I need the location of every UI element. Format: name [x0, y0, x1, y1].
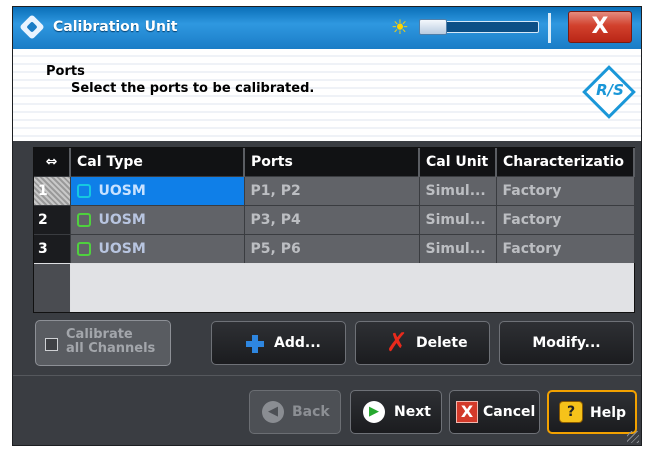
calibrate-all-label-line2: all Channels — [66, 341, 156, 356]
cal-type-value: UOSM — [98, 241, 146, 257]
help-icon: ? — [559, 401, 583, 423]
add-button[interactable]: Add... — [211, 321, 346, 365]
table-row[interactable]: 1 UOSM P1, P2 Simul... Factory — [34, 176, 635, 206]
delete-x-icon: ✗ — [386, 328, 408, 358]
calibration-unit-dialog: Calibration Unit ☀ X Ports Select the po… — [12, 6, 642, 446]
arrow-right-icon: ▶ — [363, 401, 385, 423]
cal-unit-cell[interactable]: Simul... — [419, 205, 497, 235]
cancel-button[interactable]: X Cancel — [449, 390, 540, 434]
resize-grip-icon[interactable] — [627, 431, 639, 443]
ports-cell[interactable]: P3, P4 — [244, 205, 420, 235]
header-panel: Ports Select the ports to be calibrated.… — [13, 49, 641, 141]
arrow-left-icon: ◀ — [262, 401, 284, 423]
table-row[interactable]: 2 UOSM P3, P4 Simul... Factory — [34, 205, 635, 235]
characterization-cell[interactable]: Factory — [496, 205, 635, 235]
cal-type-cell[interactable]: UOSM — [70, 176, 245, 206]
resize-arrows-icon[interactable]: ⇔ — [34, 148, 71, 177]
modify-button[interactable]: Modify... — [499, 321, 634, 365]
cal-type-value: UOSM — [98, 183, 146, 199]
row-header-empty — [34, 264, 70, 312]
slider-thumb[interactable] — [419, 19, 447, 35]
page-title: Ports — [46, 64, 85, 79]
back-label: Back — [292, 404, 330, 420]
plus-icon — [246, 335, 264, 353]
cal-unit-cell[interactable]: Simul... — [419, 176, 497, 206]
title-separator — [548, 13, 551, 43]
window-title: Calibration Unit — [53, 19, 178, 35]
cal-type-cell[interactable]: UOSM — [70, 205, 245, 235]
column-header-characterization[interactable]: Characterizatio — [496, 148, 635, 177]
row-number[interactable]: 2 — [34, 205, 71, 235]
page-subtitle: Select the ports to be calibrated. — [71, 81, 315, 96]
next-button[interactable]: ▶ Next — [350, 390, 442, 434]
ports-cell[interactable]: P1, P2 — [244, 176, 420, 206]
close-button[interactable]: X — [568, 11, 632, 43]
column-header-ports[interactable]: Ports — [244, 148, 420, 177]
ports-cell[interactable]: P5, P6 — [244, 234, 420, 263]
delete-button[interactable]: ✗ Delete — [355, 321, 490, 365]
row-number[interactable]: 3 — [34, 234, 71, 263]
cancel-x-icon: X — [456, 401, 478, 423]
cal-kit-icon — [76, 184, 91, 198]
brightness-sun-icon: ☀ — [391, 15, 409, 39]
help-label: Help — [590, 405, 627, 421]
back-button[interactable]: ◀ Back — [249, 390, 341, 434]
transparency-slider[interactable] — [419, 19, 539, 35]
table-empty-area[interactable] — [71, 264, 634, 312]
column-header-cal-unit[interactable]: Cal Unit — [419, 148, 497, 177]
calibrate-all-channels-checkbox[interactable]: Calibrate all Channels — [35, 320, 171, 366]
cal-unit-cell[interactable]: Simul... — [419, 234, 497, 263]
divider — [13, 375, 641, 376]
characterization-cell[interactable]: Factory — [496, 234, 635, 263]
cal-kit-icon — [76, 242, 91, 256]
app-logo-icon — [19, 14, 45, 40]
cal-kit-icon — [76, 213, 91, 227]
cal-type-value: UOSM — [98, 212, 146, 228]
table-header-row: ⇔ Cal Type Ports Cal Unit Characterizati… — [34, 148, 635, 177]
add-label: Add... — [274, 335, 321, 351]
table-row[interactable]: 3 UOSM P5, P6 Simul... Factory — [34, 234, 635, 263]
cancel-label: Cancel — [483, 404, 536, 420]
help-button[interactable]: ? Help — [547, 390, 637, 434]
row-number[interactable]: 1 — [34, 176, 71, 206]
characterization-cell[interactable]: Factory — [496, 176, 635, 206]
ports-table: ⇔ Cal Type Ports Cal Unit Characterizati… — [33, 147, 635, 313]
rs-logo-text: R/S — [596, 81, 624, 99]
title-bar[interactable]: Calibration Unit ☀ X — [13, 7, 641, 49]
next-label: Next — [394, 404, 431, 420]
calibrate-all-label: Calibrate all Channels — [66, 328, 155, 356]
column-header-cal-type[interactable]: Cal Type — [70, 148, 245, 177]
cal-type-cell[interactable]: UOSM — [70, 234, 245, 263]
delete-label: Delete — [416, 335, 468, 351]
checkbox-box[interactable] — [45, 338, 58, 351]
calibrate-all-label-line1: Calibrate — [66, 327, 133, 342]
